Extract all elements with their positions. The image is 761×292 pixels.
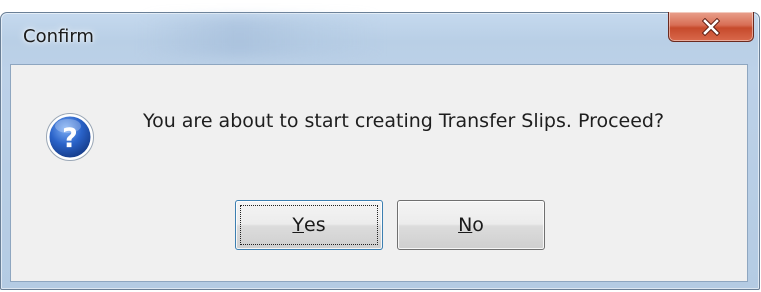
no-label-rest: o	[472, 214, 484, 236]
no-button[interactable]: No	[397, 200, 545, 250]
close-x-icon	[702, 17, 720, 36]
title-bar[interactable]: Confirm	[1, 12, 759, 63]
yes-accelerator: Y	[292, 214, 304, 236]
yes-button[interactable]: Yes	[235, 200, 383, 250]
yes-label-rest: es	[304, 214, 326, 236]
window-title: Confirm	[23, 26, 94, 47]
no-accelerator: N	[458, 214, 473, 236]
close-button[interactable]	[668, 12, 754, 42]
question-icon: ?	[46, 113, 94, 161]
confirm-dialog-window: Confirm ? You are about to start creatin…	[0, 12, 760, 290]
svg-text:?: ?	[62, 123, 78, 154]
confirm-message: You are about to start creating Transfer…	[143, 110, 665, 132]
dialog-body: ? You are about to start creating Transf…	[10, 64, 748, 282]
title-bar-glass	[141, 17, 381, 57]
